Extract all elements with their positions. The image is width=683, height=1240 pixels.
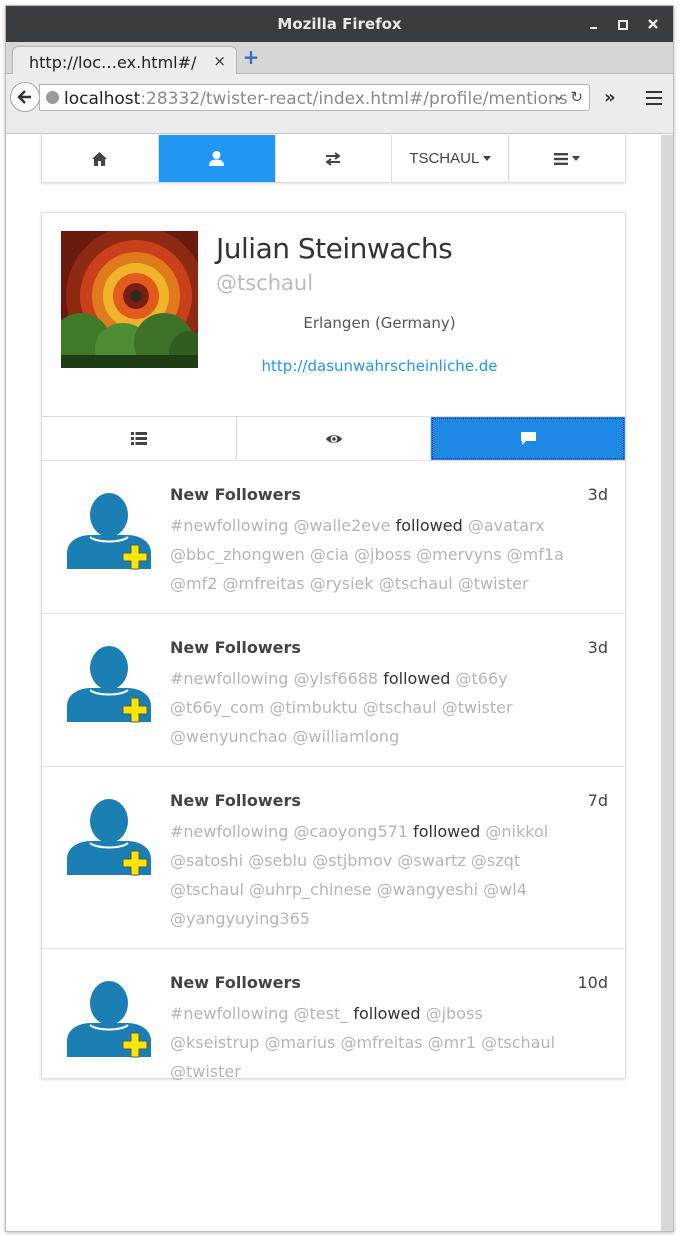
window-titlebar: Mozilla Firefox: [6, 6, 673, 42]
tab-following[interactable]: [237, 417, 432, 460]
url-bar[interactable]: localhost:28332/twister-react/index.html…: [39, 84, 590, 111]
url-text[interactable]: localhost:28332/twister-react/index.html…: [64, 89, 568, 109]
caret-down-icon: [572, 156, 581, 161]
avatar-image: [61, 231, 198, 368]
menu-icon: [554, 152, 569, 165]
new-follower-avatar-icon: [67, 799, 151, 876]
post-body: #newfollowing @ylsf6688 followed @t66y @…: [170, 669, 513, 746]
profile-location: Erlangen (Germany): [303, 314, 456, 332]
close-window-button[interactable]: [642, 13, 664, 35]
profile-name: Julian Steinwachs: [216, 232, 453, 265]
browser-window: Mozilla Firefox http://loc…ex.html#/ × +…: [5, 5, 674, 1232]
profile-card: Julian Steinwachs @tschaul Erlangen (Ger…: [41, 212, 626, 1081]
tab-posts[interactable]: [42, 417, 237, 460]
mentions-feed: New Followers 3d #newfollowing @walle2ev…: [42, 461, 625, 1081]
overflow-icon[interactable]: »: [604, 87, 616, 108]
profile-website-link[interactable]: http://dasunwahrscheinliche.de: [216, 357, 543, 375]
new-follower-avatar-icon: [67, 981, 151, 1058]
post-time: 3d: [587, 638, 608, 657]
home-icon: [92, 151, 108, 166]
nav-menu-dropdown[interactable]: [509, 135, 625, 182]
comment-icon: [520, 432, 536, 445]
app-navbar: TSCHAUL: [41, 135, 626, 183]
window-title: Mozilla Firefox: [277, 15, 402, 33]
list-icon: [130, 432, 147, 445]
url-dropdown-icon[interactable]: ⌄: [553, 88, 565, 104]
post-body: #newfollowing @test_ followed @jboss @ks…: [170, 1004, 556, 1081]
close-icon: [648, 19, 658, 29]
post-title: New Followers: [170, 973, 301, 992]
post-time: 3d: [587, 485, 608, 504]
post-body: #newfollowing @caoyong571 followed @nikk…: [170, 822, 549, 928]
post-body: #newfollowing @walle2eve followed @avata…: [170, 516, 564, 593]
user-icon: [209, 151, 225, 166]
list-item[interactable]: New Followers 10d #newfollowing @test_ f…: [42, 949, 625, 1081]
tab-close-icon[interactable]: ×: [213, 52, 226, 70]
nav-exchange-button[interactable]: [276, 135, 393, 182]
post-title: New Followers: [170, 791, 301, 810]
tab-title: http://loc…ex.html#/: [29, 53, 197, 72]
list-item[interactable]: New Followers 3d #newfollowing @ylsf6688…: [42, 614, 625, 767]
new-tab-button[interactable]: +: [242, 47, 260, 67]
list-item[interactable]: New Followers 7d #newfollowing @caoyong5…: [42, 767, 625, 949]
profile-avatar: [61, 231, 198, 368]
page-viewport: TSCHAUL Julian Steinwachs @tschaul Erlan…: [6, 135, 661, 1231]
tab-mentions[interactable]: [431, 417, 626, 460]
nav-profile-button[interactable]: [158, 135, 276, 182]
profile-subtabs: [42, 416, 626, 461]
caret-down-icon: [483, 156, 492, 161]
new-follower-avatar-icon: [67, 493, 151, 570]
list-item[interactable]: New Followers 3d #newfollowing @walle2ev…: [42, 461, 625, 614]
reload-icon[interactable]: ↻: [570, 88, 583, 106]
minimize-button[interactable]: [583, 13, 605, 35]
browser-toolbar: localhost:28332/twister-react/index.html…: [6, 74, 673, 134]
tab-strip: http://loc…ex.html#/ × +: [6, 42, 673, 75]
back-button[interactable]: [10, 82, 40, 112]
maximize-button[interactable]: [611, 13, 633, 35]
post-time: 7d: [587, 791, 608, 810]
post-title: New Followers: [170, 638, 301, 657]
nav-account-dropdown[interactable]: TSCHAUL: [392, 135, 510, 182]
browser-tab[interactable]: http://loc…ex.html#/ ×: [12, 46, 237, 75]
new-follower-avatar-icon: [67, 646, 151, 723]
account-name: TSCHAUL: [409, 150, 480, 167]
eye-icon: [325, 434, 342, 443]
post-time: 10d: [577, 973, 608, 992]
globe-icon: [46, 91, 59, 104]
nav-home-button[interactable]: [42, 135, 159, 182]
post-title: New Followers: [170, 485, 301, 504]
profile-handle: @tschaul: [216, 271, 314, 295]
back-arrow-icon: [17, 90, 31, 104]
vertical-scrollbar[interactable]: [661, 135, 673, 1231]
exchange-icon: [325, 151, 342, 166]
browser-menu-icon[interactable]: [646, 91, 662, 105]
